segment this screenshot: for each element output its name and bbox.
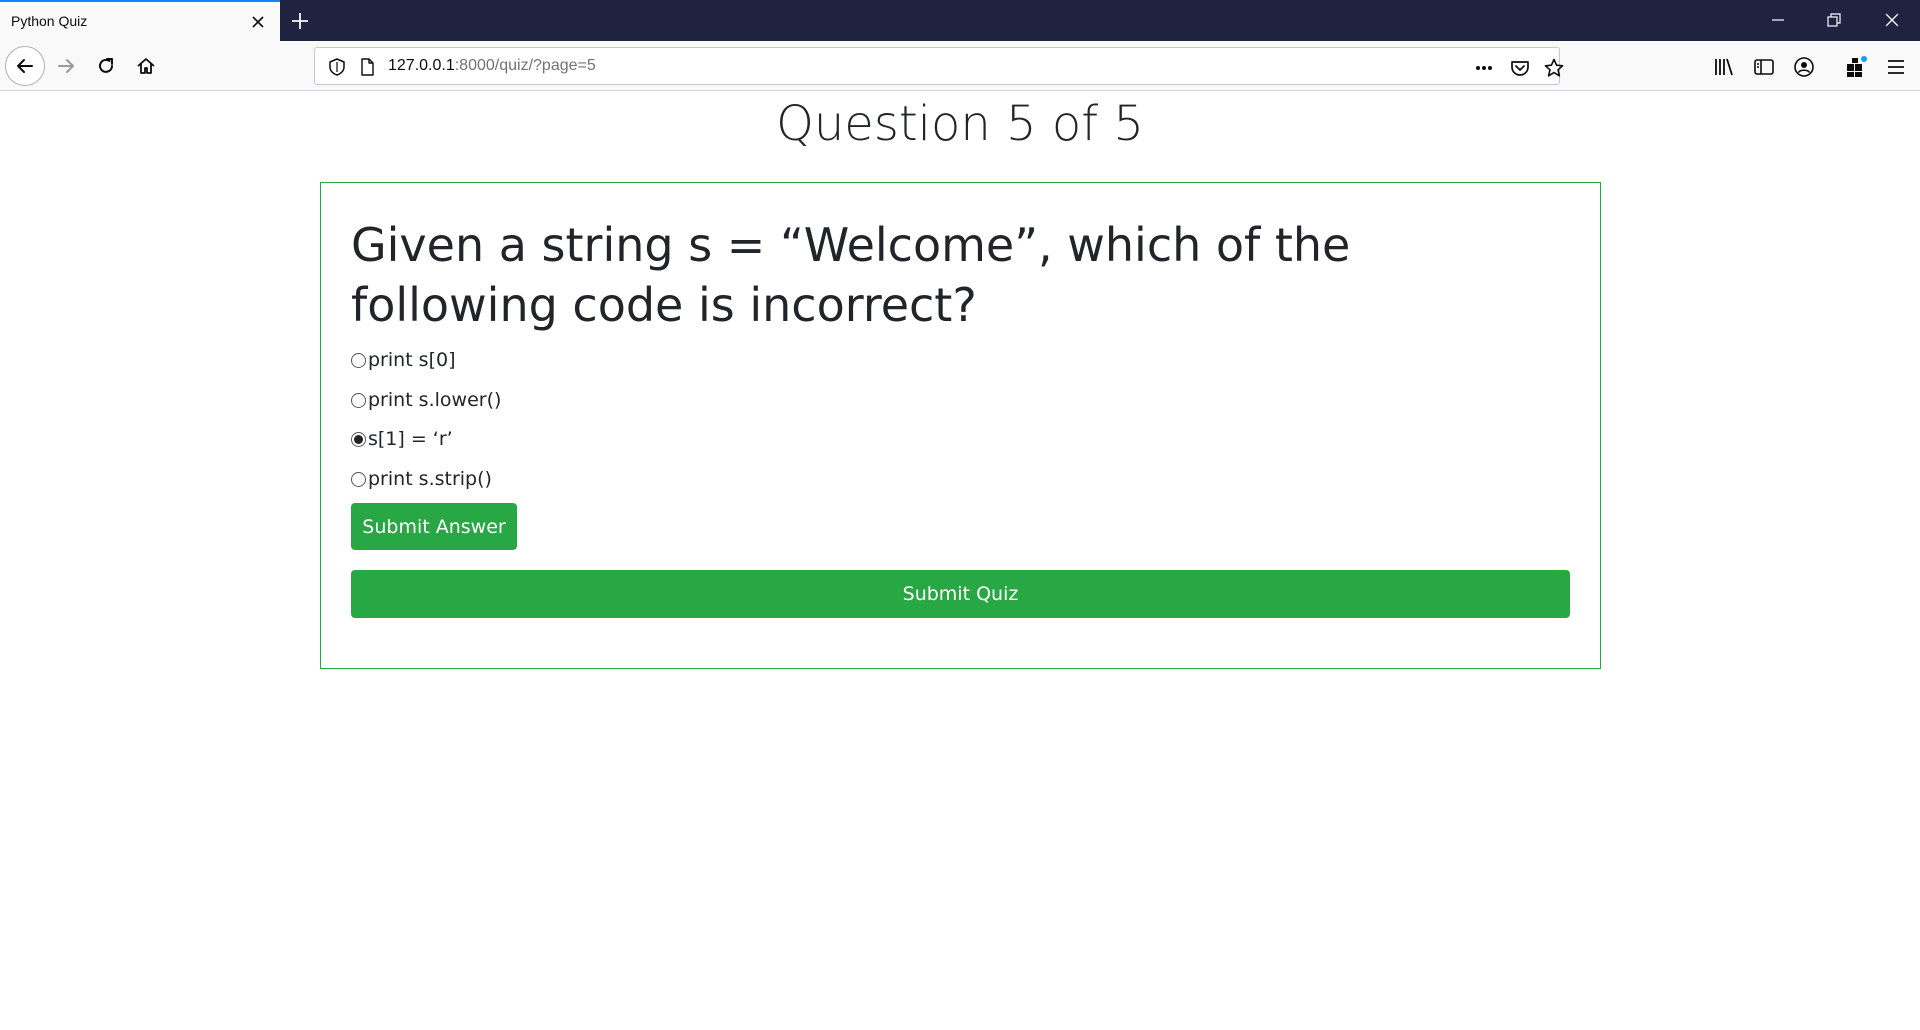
forward-button[interactable]: [49, 49, 83, 83]
address-bar[interactable]: 127.0.0.1:8000/quiz/?page=5: [314, 47, 1564, 85]
quiz-card: Given a string s = “Welcome”, which of t…: [320, 182, 1601, 669]
submit-quiz-button[interactable]: Submit Quiz: [351, 570, 1570, 618]
home-button[interactable]: [129, 49, 163, 83]
answer-label: print s[0]: [368, 349, 456, 371]
new-tab-icon[interactable]: [288, 9, 312, 33]
back-arrow-icon: [17, 59, 33, 73]
minimize-icon[interactable]: [1768, 10, 1788, 30]
url-host: 127.0.0.1: [388, 57, 455, 74]
close-window-icon[interactable]: [1882, 10, 1902, 30]
tab-title: Python Quiz: [11, 13, 88, 29]
restore-icon[interactable]: [1824, 10, 1844, 30]
close-tab-icon[interactable]: [248, 12, 268, 32]
answer-option-1[interactable]: print s[0]: [351, 345, 456, 375]
forward-arrow-icon: [58, 59, 74, 73]
page-actions-icon[interactable]: [1473, 57, 1495, 79]
answer-option-4[interactable]: print s.strip(): [351, 464, 492, 494]
url-path: :8000/quiz/?page=5: [454, 57, 596, 74]
account-icon[interactable]: [1792, 55, 1816, 79]
reload-icon: [99, 58, 113, 73]
back-button[interactable]: [5, 46, 45, 86]
tab-python-quiz[interactable]: Python Quiz: [0, 0, 280, 41]
submit-answer-button[interactable]: Submit Answer: [351, 503, 517, 550]
library-icon[interactable]: [1712, 55, 1736, 79]
reload-button[interactable]: [89, 49, 123, 83]
extensions-icon[interactable]: [1844, 55, 1868, 79]
answer-label: print s.lower(): [368, 389, 502, 411]
page-title: Question 5 of 5: [776, 96, 1144, 152]
answer-label: print s.strip(): [368, 468, 492, 490]
pocket-icon[interactable]: [1509, 57, 1531, 79]
answer-label: s[1] = ‘r’: [368, 428, 453, 450]
page-info-icon[interactable]: [357, 57, 377, 77]
home-icon: [137, 58, 155, 74]
answer-option-2[interactable]: print s.lower(): [351, 385, 501, 415]
tab-strip: Python Quiz: [0, 0, 1920, 41]
navigation-toolbar: 127.0.0.1:8000/quiz/?page=5: [0, 41, 1920, 91]
tracking-protection-shield-icon[interactable]: [327, 57, 347, 77]
answer-radio[interactable]: [351, 352, 366, 368]
bookmark-star-icon[interactable]: [1543, 57, 1565, 79]
answer-radio[interactable]: [351, 392, 366, 408]
sidebar-icon[interactable]: [1752, 55, 1776, 79]
answer-radio-selected[interactable]: [351, 431, 366, 447]
question-text: Given a string s = “Welcome”, which of t…: [351, 218, 1351, 332]
answer-option-3[interactable]: s[1] = ‘r’: [351, 424, 453, 454]
menu-icon[interactable]: [1884, 55, 1908, 79]
answer-radio[interactable]: [351, 471, 366, 487]
url-text[interactable]: 127.0.0.1:8000/quiz/?page=5: [388, 57, 596, 75]
